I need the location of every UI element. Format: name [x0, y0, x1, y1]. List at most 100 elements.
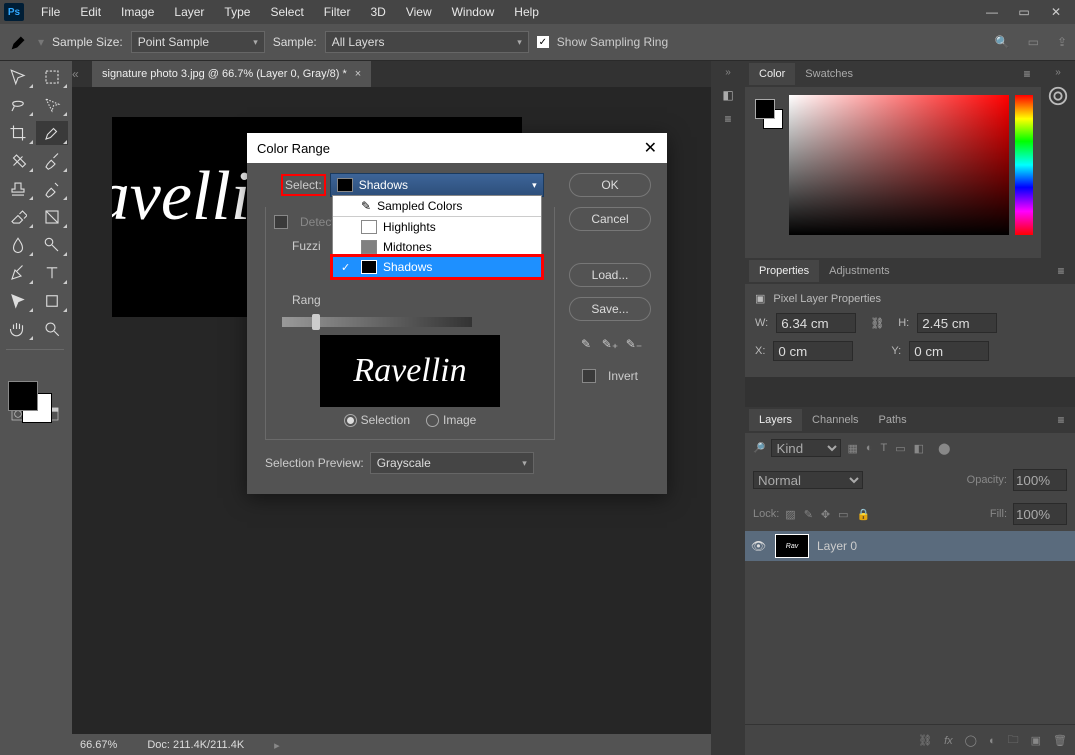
filter-toggle-icon[interactable]: ⬤	[938, 442, 950, 455]
adj-layer-icon[interactable]: ◐	[989, 735, 996, 747]
color-panel-menu-icon[interactable]: ≡	[1017, 67, 1037, 81]
type-tool[interactable]	[36, 261, 68, 285]
menu-file[interactable]: File	[32, 2, 69, 22]
option-midtones[interactable]: Midtones	[333, 237, 541, 257]
ok-button[interactable]: OK	[569, 173, 651, 197]
tabbar-collapse-icon[interactable]: «	[72, 67, 82, 81]
menu-layer[interactable]: Layer	[165, 2, 213, 22]
prop-x-input[interactable]	[773, 341, 853, 361]
select-dropdown[interactable]: Shadows ▾	[330, 173, 544, 197]
status-arrow-icon[interactable]: ▸	[274, 739, 280, 752]
load-button[interactable]: Load...	[569, 263, 651, 287]
save-button[interactable]: Save...	[569, 297, 651, 321]
history-brush-tool[interactable]	[36, 177, 68, 201]
opacity-input[interactable]	[1013, 469, 1067, 491]
cancel-button[interactable]: Cancel	[569, 207, 651, 231]
window-minimize-icon[interactable]: —	[979, 3, 1005, 21]
adjustments-dock-icon[interactable]: ◧	[722, 88, 733, 102]
tab-properties[interactable]: Properties	[749, 260, 819, 282]
eyedropper-tool[interactable]	[36, 121, 68, 145]
tab-swatches[interactable]: Swatches	[795, 63, 863, 85]
shape-tool[interactable]	[36, 289, 68, 313]
menu-window[interactable]: Window	[443, 2, 504, 22]
detect-faces-checkbox[interactable]	[274, 215, 288, 229]
option-sampled-colors[interactable]: ✎ Sampled Colors	[333, 196, 541, 216]
blend-mode-dropdown[interactable]: Normal	[753, 471, 863, 489]
blur-tool[interactable]	[2, 233, 34, 257]
option-shadows[interactable]: ✓ Shadows	[333, 257, 541, 277]
tab-paths[interactable]: Paths	[869, 409, 917, 431]
trash-icon[interactable]: 🗑	[1053, 734, 1067, 747]
filter-smart-icon[interactable]: ◧	[914, 442, 924, 455]
selection-radio[interactable]: Selection	[344, 413, 410, 427]
menu-select[interactable]: Select	[261, 2, 312, 22]
color-picker[interactable]	[745, 87, 1041, 258]
layers-panel-menu-icon[interactable]: ≡	[1051, 413, 1071, 427]
fx-icon[interactable]: fx	[944, 735, 953, 747]
dock-collapse-icon[interactable]: »	[725, 67, 731, 78]
layer-thumbnail[interactable]: Rav	[775, 534, 809, 558]
marquee-tool[interactable]	[36, 65, 68, 89]
eyedropper-add-icon[interactable]: ✎₊	[601, 335, 619, 353]
option-highlights[interactable]: Highlights	[333, 217, 541, 237]
menu-type[interactable]: Type	[215, 2, 259, 22]
prop-h-input[interactable]	[917, 313, 997, 333]
cc-libraries-icon[interactable]	[1046, 84, 1070, 108]
tab-color[interactable]: Color	[749, 63, 795, 85]
right-collapse-icon[interactable]: »	[1055, 67, 1061, 78]
brush-tool[interactable]	[36, 149, 68, 173]
eyedropper-sub-icon[interactable]: ✎₋	[625, 335, 643, 353]
filter-pixels-icon[interactable]: ▦	[847, 442, 857, 455]
tab-layers[interactable]: Layers	[749, 409, 802, 431]
link-layers-icon[interactable]: ⛓	[918, 734, 932, 747]
tab-adjustments[interactable]: Adjustments	[819, 260, 900, 282]
quickselect-tool[interactable]	[36, 93, 68, 117]
foreground-color-swatch[interactable]	[8, 381, 38, 411]
crop-tool[interactable]	[2, 121, 34, 145]
lock-pixels-icon[interactable]: ▨	[785, 508, 795, 521]
eyedropper-sample-icon[interactable]: ✎	[577, 335, 595, 353]
lock-artboard-icon[interactable]: ▭	[838, 508, 848, 521]
group-icon[interactable]: 🗀	[1008, 731, 1019, 750]
show-ring-checkbox[interactable]: ✓	[537, 36, 549, 48]
sample-dropdown[interactable]: All Layers▾	[325, 31, 529, 53]
menu-3d[interactable]: 3D	[361, 2, 394, 22]
layer-filter-kind[interactable]: Kind	[771, 439, 841, 457]
lock-all-icon[interactable]: 🔒	[857, 508, 871, 521]
close-tab-icon[interactable]: ×	[355, 68, 361, 80]
menu-help[interactable]: Help	[505, 2, 548, 22]
fill-input[interactable]	[1013, 503, 1067, 525]
menu-view[interactable]: View	[397, 2, 441, 22]
menu-filter[interactable]: Filter	[315, 2, 360, 22]
move-tool[interactable]	[2, 65, 34, 89]
prop-w-input[interactable]	[776, 313, 856, 333]
hue-strip[interactable]	[1015, 95, 1033, 235]
filter-adjust-icon[interactable]: ◐	[866, 442, 873, 454]
hand-tool[interactable]	[2, 317, 34, 341]
dialog-close-icon[interactable]: ✕	[644, 138, 657, 158]
tab-channels[interactable]: Channels	[802, 409, 868, 431]
panel-fg-swatch[interactable]	[755, 99, 775, 119]
filter-type-icon[interactable]: T	[881, 442, 888, 454]
eraser-tool[interactable]	[2, 205, 34, 229]
menu-edit[interactable]: Edit	[71, 2, 110, 22]
layer-row[interactable]: 👁 Rav Layer 0	[745, 531, 1075, 561]
properties-panel-menu-icon[interactable]: ≡	[1051, 264, 1071, 278]
styles-dock-icon[interactable]: ≡	[724, 112, 731, 126]
prop-y-input[interactable]	[909, 341, 989, 361]
menu-image[interactable]: Image	[112, 2, 163, 22]
lock-move-icon[interactable]: ✥	[821, 508, 830, 521]
search-icon[interactable]: 🔍	[995, 35, 1010, 49]
link-icon[interactable]: ⛓	[870, 317, 884, 330]
filter-shape-icon[interactable]: ▭	[895, 442, 905, 455]
invert-checkbox[interactable]	[582, 369, 596, 383]
share-icon[interactable]: ⇪	[1057, 35, 1067, 49]
sample-size-dropdown[interactable]: Point Sample▾	[131, 31, 265, 53]
image-radio[interactable]: Image	[426, 413, 476, 427]
mask-icon[interactable]: ◯	[965, 734, 977, 747]
layer-name[interactable]: Layer 0	[817, 539, 857, 553]
healing-tool[interactable]	[2, 149, 34, 173]
zoom-tool[interactable]	[36, 317, 68, 341]
window-close-icon[interactable]: ✕	[1043, 3, 1069, 21]
range-slider[interactable]	[282, 317, 472, 327]
